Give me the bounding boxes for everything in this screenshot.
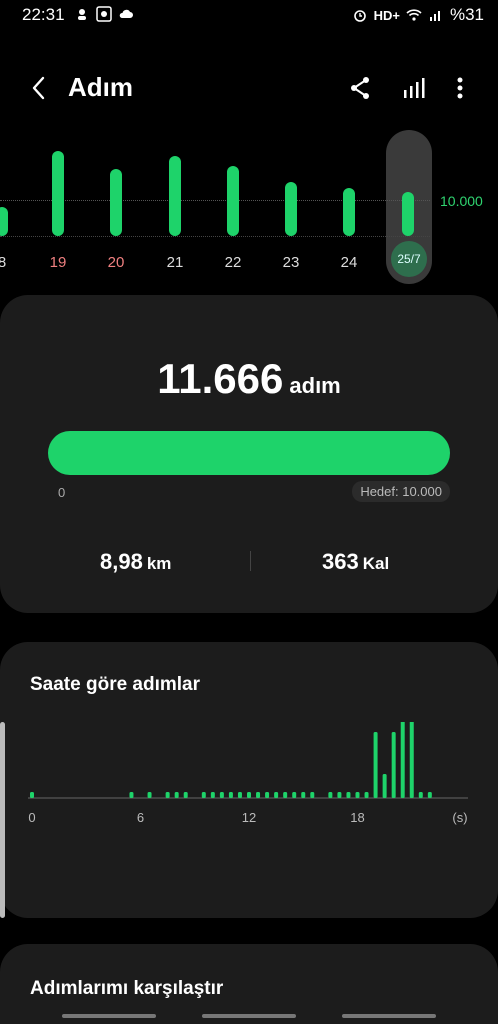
hd-indicator: HD+ [373,7,400,23]
calories-value: 363 [322,549,359,574]
hourly-bar-7 [210,792,215,798]
distance-metric: 8,98 km [100,549,171,575]
hourly-bar-9 [228,792,233,798]
hourly-bar-21 [346,792,351,798]
wifi-icon [406,9,422,21]
day-label-3[interactable]: 21 [155,254,195,271]
selected-day-label: 25/7 [397,252,421,266]
status-time: 22:31 [22,5,65,24]
hourly-bar-16 [292,792,297,798]
day-bar-5[interactable] [285,181,297,236]
day-label-1[interactable]: 19 [38,254,78,271]
hourly-bar-3 [165,792,170,798]
distance-value: 8,98 [100,549,143,574]
hourly-bar-20 [337,792,342,798]
hourly-bar-8 [219,792,224,798]
day-label-2[interactable]: 20 [96,254,136,271]
compare-title: Adımlarımı karşılaştır [30,978,224,999]
hourly-title: Saate göre adımlar [30,674,201,695]
day-label-5[interactable]: 23 [271,254,311,271]
back-icon[interactable] [26,72,54,104]
hourly-tick-2: 12 [242,810,256,825]
hourly-bar-18 [310,792,315,798]
metric-divider [250,551,251,571]
battery-level: %31 [449,5,484,24]
hourly-bar-10 [237,792,242,798]
hourly-tick-1: 6 [137,810,144,825]
hourly-bar-17 [301,792,306,798]
selected-day-badge[interactable]: 25/7 [391,241,427,277]
more-icon[interactable] [444,72,476,104]
goal-label: 10.000 [440,193,483,209]
hourly-bar-30 [427,792,432,798]
hourly-bar-19 [328,792,333,798]
hourly-bar-0 [30,792,34,798]
hourly-bar-27 [400,722,405,798]
cloud-icon [119,9,133,18]
hourly-bar-15 [283,792,288,798]
hourly-bar-5 [183,792,188,798]
hourly-steps-chart: 0 6 12 18 (s) [28,722,468,825]
day-bar-2[interactable] [110,169,122,236]
day-bar-7[interactable] [402,191,414,236]
nav-home[interactable] [202,1014,296,1018]
notification-icon [78,9,86,20]
hourly-bar-23 [364,792,369,798]
hourly-bar-2 [147,792,152,798]
hourly-bar-1 [129,792,134,798]
hourly-tick-0: 0 [28,810,35,825]
calories-metric: 363 Kal [322,549,389,575]
hourly-bar-22 [355,792,360,798]
day-bar-1[interactable] [52,151,64,236]
hourly-bar-28 [409,722,414,798]
hourly-bar-6 [201,792,206,798]
status-bar: 22:31 HD+ %31 [0,0,498,32]
nav-back[interactable] [342,1014,436,1018]
day-bar-6[interactable] [343,188,355,236]
day-bar-0[interactable] [0,206,8,236]
day-bar-3[interactable] [169,155,181,236]
hourly-bar-26 [391,732,396,798]
page-title: Adım [68,72,133,102]
stats-icon[interactable] [398,72,430,104]
day-bar-4[interactable] [227,165,239,236]
day-label-6[interactable]: 24 [329,254,369,271]
distance-unit: km [146,554,172,573]
progress-min-label: 0 [58,485,66,500]
calories-unit: Kal [362,554,390,573]
day-label-4[interactable]: 22 [213,254,253,271]
hourly-bar-29 [418,792,423,798]
app-header: Adım [0,62,498,114]
steps-progress-fill [48,431,450,475]
hourly-bar-12 [256,792,261,798]
daily-steps-strip: 10.000 25/7 8 19 20 21 22 23 24 [0,126,498,286]
media-icon [96,6,112,22]
share-icon[interactable] [344,72,376,104]
scroll-handle[interactable] [0,722,5,918]
hourly-bar-14 [274,792,279,798]
day-label-0[interactable]: 8 [0,254,22,271]
steps-count: 11.666 [157,355,284,402]
hourly-bar-24 [373,732,378,798]
goal-line [0,200,430,201]
hourly-tick-4: (s) [452,810,467,825]
hourly-steps-card[interactable]: Saate göre adımlar 0 6 12 18 (s) [0,642,498,918]
signal-icon [429,11,440,21]
steps-unit: adım [289,373,341,398]
steps-progress-bar [48,431,450,475]
steps-summary-card: 11.666 adım 0 Hedef: 10.000 8,98 km 363 Kal [0,295,498,613]
alarm-icon [353,10,366,22]
hourly-bar-11 [247,792,251,798]
baseline [0,236,430,237]
nav-recents[interactable] [62,1014,156,1018]
hourly-bar-13 [265,792,270,798]
hourly-bar-25 [382,774,387,798]
steps-total: 11.666 adım [0,355,498,403]
hourly-tick-3: 18 [350,810,364,825]
goal-badge[interactable]: Hedef: 10.000 [352,481,450,502]
hourly-bar-4 [174,792,179,798]
nav-bar [0,1010,498,1024]
